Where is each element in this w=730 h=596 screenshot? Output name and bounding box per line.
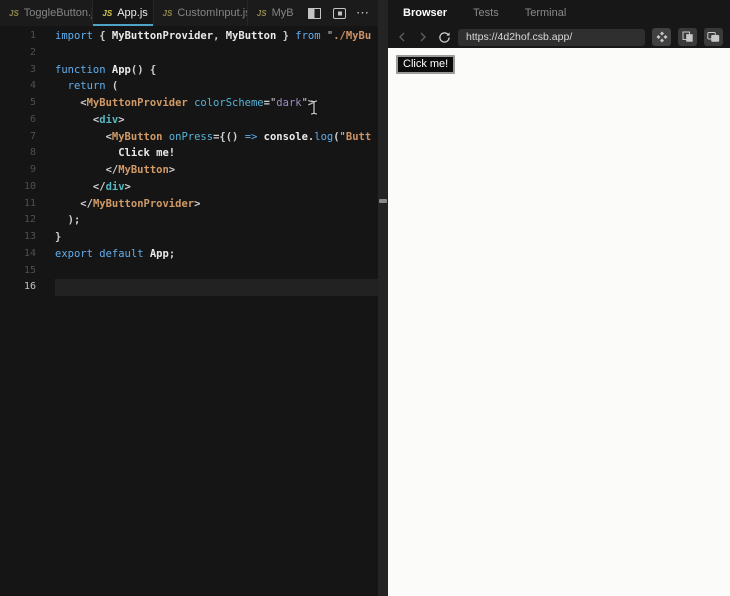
responsive-preview-icon[interactable] — [652, 28, 671, 46]
copy-url-icon[interactable] — [678, 28, 697, 46]
code-line-text — [55, 279, 378, 296]
code-line[interactable]: 6 <div> — [0, 112, 378, 129]
line-number: 9 — [29, 164, 36, 175]
preview-tabbar: Browser Tests Terminal — [388, 0, 730, 26]
more-actions-icon[interactable]: ⋯ — [356, 6, 370, 19]
tab-terminal[interactable]: Terminal — [525, 7, 567, 19]
code-line[interactable]: 4 return ( — [0, 78, 378, 95]
editor-tabbar: JS ToggleButton.js JS App.js × JS Custom… — [0, 0, 378, 26]
tab-togglebutton-js[interactable]: JS ToggleButton.js — [0, 0, 94, 26]
line-number: 11 — [23, 197, 36, 209]
code-line-text: return ( — [67, 80, 119, 93]
tab-app-js[interactable]: JS App.js × — [93, 0, 154, 26]
code-line[interactable]: 14 export default App; — [0, 246, 378, 263]
code-line[interactable]: 9 </MyButton> — [0, 162, 378, 179]
url-input[interactable] — [458, 28, 645, 46]
js-file-icon: JS — [9, 8, 19, 18]
tab-label: MyB — [271, 7, 294, 19]
line-number: 14 — [23, 247, 36, 259]
line-number: 4 — [29, 80, 36, 92]
line-number: 16 — [23, 281, 36, 293]
code-line[interactable]: 10 </div> — [0, 179, 378, 196]
code-line-text: ); — [55, 214, 81, 227]
tab-label: App.js — [117, 7, 148, 19]
js-file-icon: JS — [102, 8, 113, 18]
code-line-text: } — [55, 231, 62, 243]
js-file-icon: JS — [256, 8, 267, 18]
code-line[interactable]: 15 — [0, 263, 378, 280]
line-number: 12 — [23, 214, 36, 226]
code-line[interactable]: 12 ); — [0, 212, 378, 229]
back-icon[interactable] — [395, 30, 409, 44]
code-line-text: </MyButtonProvider> — [55, 197, 201, 210]
tab-browser[interactable]: Browser — [403, 7, 447, 19]
line-number: 1 — [29, 30, 36, 41]
split-editor-icon[interactable] — [306, 5, 322, 21]
code-line[interactable]: 3 function App() { — [0, 62, 378, 79]
line-number: 3 — [29, 63, 36, 75]
code-line[interactable]: 7 <MyButton onPress={() => console.log("… — [0, 129, 378, 146]
tab-mybutton-js[interactable]: JS MyB — [247, 0, 298, 26]
code-line-text: Click me! — [55, 147, 176, 160]
code-line[interactable]: 11 </MyButtonProvider> — [0, 196, 378, 213]
js-file-icon: JS — [162, 8, 173, 18]
line-number: 5 — [29, 97, 36, 108]
open-in-new-window-icon[interactable] — [704, 28, 723, 46]
line-number: 8 — [29, 147, 36, 159]
code-line[interactable]: 2 — [0, 45, 378, 62]
app-window: JS ToggleButton.js JS App.js × JS Custom… — [0, 0, 730, 596]
code-line-text: </MyButton> — [55, 164, 176, 176]
preview-pane: Browser Tests Terminal https://4d2hof.cs… — [388, 0, 730, 596]
tab-tests[interactable]: Tests — [473, 7, 499, 19]
editor-pane: JS ToggleButton.js JS App.js × JS Custom… — [0, 0, 378, 596]
line-number: 7 — [29, 130, 36, 142]
code-line[interactable]: 8 Click me! — [0, 145, 378, 162]
line-number: 15 — [23, 264, 36, 276]
code-line-text: <MyButton onPress={() => console.log("Bu… — [55, 130, 372, 143]
open-preview-icon[interactable] — [331, 5, 347, 21]
forward-icon[interactable] — [416, 30, 430, 44]
tab-custominput-js[interactable]: JS CustomInput.js — [153, 0, 248, 26]
line-number: 10 — [23, 180, 36, 192]
tab-label: ToggleButton.js — [23, 7, 94, 19]
divider-drag-handle[interactable] — [379, 199, 387, 203]
code-line-text: </div> — [55, 180, 131, 193]
tab-label: CustomInput.js — [177, 7, 248, 19]
code-line[interactable]: 5 <MyButtonProvider colorScheme="dark"> — [0, 95, 378, 112]
line-number: 6 — [29, 113, 36, 125]
code-line[interactable]: 13} — [0, 229, 378, 246]
pane-resize-divider[interactable] — [378, 0, 388, 596]
code-editor[interactable]: 1 import { MyButtonProvider, MyButton } f… — [0, 26, 378, 596]
browser-viewport: Click me! — [388, 48, 730, 596]
code-line[interactable]: 1 import { MyButtonProvider, MyButton } f… — [0, 28, 378, 45]
code-line-text: <div> — [55, 113, 125, 126]
code-line[interactable]: 16 — [0, 279, 378, 296]
code-line-text: function App() { — [55, 63, 157, 76]
line-number: 13 — [23, 231, 36, 242]
code-line-text: import { MyButtonProvider, MyButton } fr… — [55, 30, 372, 42]
code-line-text: <MyButtonProvider colorScheme="dark"> — [55, 97, 315, 109]
line-number: 2 — [29, 46, 36, 58]
preview-click-me-button[interactable]: Click me! — [396, 55, 456, 74]
editor-tab-actions: ⋯ — [298, 0, 378, 26]
refresh-icon[interactable] — [437, 30, 451, 44]
code-line-text: export default App; — [55, 247, 176, 260]
browser-navbar — [388, 26, 730, 48]
